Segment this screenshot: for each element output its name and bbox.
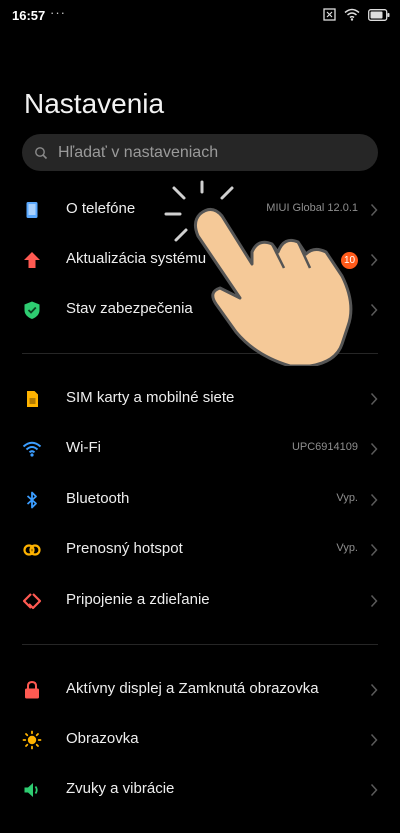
- settings-screen: 16:57 ··· Nastavenia Hľadať v nastavenia…: [0, 0, 400, 833]
- settings-item-label: Aktualizácia systému: [66, 250, 207, 267]
- section-divider: [22, 353, 378, 354]
- share-icon: [22, 593, 42, 610]
- wifi-icon: [344, 8, 360, 21]
- settings-item-display[interactable]: Obrazovka: [0, 715, 400, 765]
- settings-item-sounds[interactable]: Zvuky a vibrácie: [0, 765, 400, 815]
- status-bar: 16:57 ···: [0, 0, 400, 32]
- status-time: 16:57: [12, 8, 46, 23]
- lock-icon: [25, 680, 39, 699]
- search-icon: [35, 146, 48, 159]
- settings-item-label: Aktívny displej a Zamknutá obrazovka: [66, 680, 319, 697]
- settings-item-value: MIUI Global 12.0.1: [266, 202, 358, 214]
- settings-item-label: Zvuky a vibrácie: [66, 780, 175, 797]
- arrow-up-icon: [24, 252, 40, 268]
- settings-item-label: Pripojenie a zdieľanie: [66, 591, 210, 608]
- settings-item-lock-screen[interactable]: Aktívny displej a Zamknutá obrazovka: [0, 665, 400, 715]
- speaker-icon: [24, 783, 38, 797]
- screen-rotation-icon: [323, 8, 336, 21]
- settings-item-security-status[interactable]: Stav zabezpečenia: [0, 285, 400, 335]
- settings-item-label: O telefóne: [66, 200, 136, 217]
- settings-item-value: Vyp.: [336, 542, 358, 554]
- settings-item-value: UPC6914109: [291, 441, 358, 453]
- settings-item-label: Prenosný hotspot: [66, 540, 183, 557]
- settings-item-hotspot[interactable]: Prenosný hotspot Vyp.: [0, 525, 400, 575]
- settings-item-value: Vyp.: [336, 492, 358, 504]
- search-bar[interactable]: [22, 134, 378, 171]
- settings-item-label: Obrazovka: [66, 730, 139, 747]
- chevron-right-icon: [370, 303, 378, 317]
- settings-item-about-phone[interactable]: O telefóne MIUI Global 12.0.1: [0, 185, 400, 235]
- page-title: Nastavenia: [24, 88, 165, 119]
- settings-item-label: Wi-Fi: [66, 439, 101, 456]
- hotspot-icon: [23, 544, 41, 556]
- chevron-right-icon: [370, 683, 378, 697]
- bluetooth-icon: [26, 491, 37, 509]
- search-input[interactable]: [58, 143, 358, 162]
- settings-item-label: Bluetooth: [66, 490, 130, 507]
- settings-item-label: SIM karty a mobilné siete: [66, 389, 235, 406]
- sun-icon: [22, 730, 42, 750]
- notification-dots: ···: [50, 5, 66, 20]
- chevron-right-icon: [370, 253, 378, 267]
- settings-item-sim-cards[interactable]: SIM karty a mobilné siete: [0, 374, 400, 424]
- shield-check-icon: [24, 301, 40, 319]
- chevron-right-icon: [370, 392, 378, 406]
- settings-item-wifi[interactable]: Wi-Fi UPC6914109: [0, 424, 400, 474]
- battery-icon: [368, 8, 390, 21]
- settings-item-label: Stav zabezpečenia: [66, 300, 193, 317]
- wifi-icon: [22, 441, 42, 457]
- phone-icon: [26, 202, 38, 218]
- chevron-right-icon: [370, 733, 378, 747]
- chevron-right-icon: [370, 203, 378, 217]
- chevron-right-icon: [370, 442, 378, 456]
- sim-card-icon: [27, 391, 38, 407]
- settings-item-bluetooth[interactable]: Bluetooth Vyp.: [0, 475, 400, 525]
- chevron-right-icon: [370, 543, 378, 557]
- chevron-right-icon: [370, 493, 378, 507]
- chevron-right-icon: [370, 594, 378, 608]
- section-divider: [22, 644, 378, 645]
- settings-item-connection-sharing[interactable]: Pripojenie a zdieľanie: [0, 576, 400, 626]
- update-count-badge: 10: [341, 252, 358, 269]
- status-icons: [323, 8, 390, 21]
- chevron-right-icon: [370, 783, 378, 797]
- settings-item-system-update[interactable]: Aktualizácia systému 10: [0, 235, 400, 285]
